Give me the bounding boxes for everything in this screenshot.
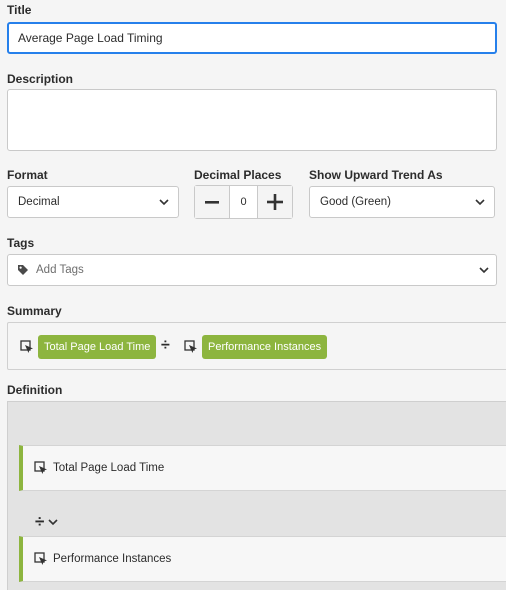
decrement-button[interactable] xyxy=(195,186,229,218)
minus-icon xyxy=(205,201,219,204)
summary-operand-2: Performance Instances xyxy=(202,335,328,359)
trend-label: Show Upward Trend As xyxy=(309,168,443,182)
definition-operand-2-label: Performance Instances xyxy=(53,553,172,565)
title-label: Title xyxy=(7,3,32,17)
segment-cursor-icon xyxy=(34,552,47,565)
summary-operand-1: Total Page Load Time xyxy=(38,335,157,359)
format-select-value: Decimal xyxy=(18,196,60,208)
trend-select[interactable]: Good (Green) xyxy=(309,186,495,218)
tag-icon xyxy=(18,265,28,275)
decimal-places-value[interactable]: 0 xyxy=(229,186,258,218)
increment-button[interactable] xyxy=(258,186,292,218)
decimal-places-label: Decimal Places xyxy=(194,168,282,182)
tags-label: Tags xyxy=(7,236,35,250)
format-label: Format xyxy=(7,168,48,182)
definition-operand-2[interactable]: Performance Instances xyxy=(19,536,506,582)
chevron-down-icon xyxy=(159,199,169,206)
tags-placeholder: Add Tags xyxy=(36,264,84,276)
summary-box: Total Page Load Time ÷ Performance Insta… xyxy=(7,322,506,370)
decimal-places-stepper: 0 xyxy=(194,185,293,219)
description-label: Description xyxy=(7,72,74,86)
description-input[interactable] xyxy=(7,89,497,151)
summary-label: Summary xyxy=(7,304,62,318)
calculated-metric-builder: Title Average Page Load Timing Descripti… xyxy=(0,0,506,590)
chevron-down-icon xyxy=(48,519,58,526)
format-select[interactable]: Decimal xyxy=(7,186,179,218)
segment-cursor-icon xyxy=(34,461,47,474)
trend-select-value: Good (Green) xyxy=(320,196,391,208)
plus-icon xyxy=(267,194,283,210)
definition-operand-1-label: Total Page Load Time xyxy=(53,462,165,474)
definition-label: Definition xyxy=(7,383,63,397)
definition-operand-1[interactable]: Total Page Load Time xyxy=(19,445,506,491)
title-input-value: Average Page Load Timing xyxy=(18,31,163,45)
chevron-down-icon xyxy=(479,267,489,274)
tags-input[interactable]: Add Tags xyxy=(7,254,497,286)
chevron-down-icon xyxy=(475,199,485,206)
segment-cursor-icon xyxy=(184,340,197,353)
segment-cursor-icon xyxy=(20,340,33,353)
divide-icon: ÷ xyxy=(35,512,45,531)
operator-selector[interactable]: ÷ xyxy=(35,512,58,532)
divide-icon: ÷ xyxy=(161,337,170,354)
title-input[interactable]: Average Page Load Timing xyxy=(7,22,497,54)
